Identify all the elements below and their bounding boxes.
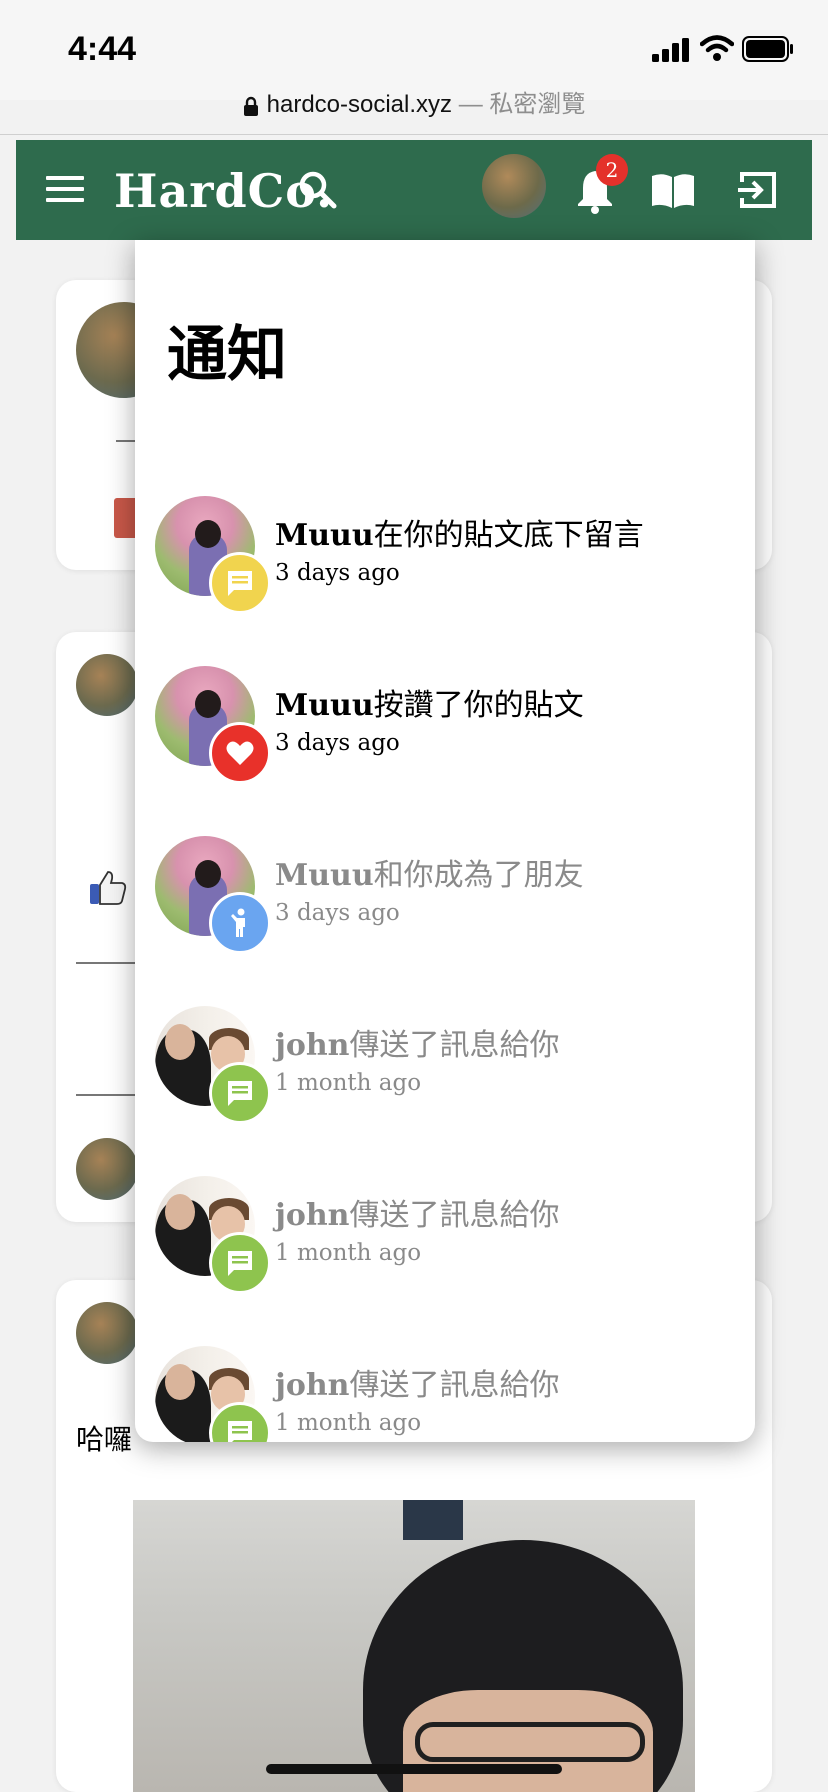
notification-item[interactable]: john傳送了訊息給你 1 month ago xyxy=(135,1176,755,1326)
avatar[interactable] xyxy=(76,1138,138,1200)
hamburger-menu-icon[interactable] xyxy=(46,174,84,204)
notification-user: john xyxy=(275,1368,350,1403)
lock-icon xyxy=(243,96,258,116)
address-bar[interactable]: hardco-social.xyz — 私密瀏覽 xyxy=(0,84,828,134)
notification-item[interactable]: Muuu在你的貼文底下留言 3 days ago xyxy=(135,496,755,646)
message-badge xyxy=(209,1062,271,1124)
post-photo[interactable] xyxy=(133,1500,695,1792)
photo-glasses xyxy=(415,1722,645,1762)
notification-item[interactable]: Muuu和你成為了朋友 3 days ago xyxy=(135,836,755,986)
like-badge xyxy=(209,722,271,784)
browser-divider xyxy=(0,134,828,135)
message-badge xyxy=(209,1232,271,1294)
notification-user: Muuu xyxy=(275,688,374,723)
avatar[interactable] xyxy=(76,654,138,716)
notification-time: 3 days ago xyxy=(275,730,400,756)
comment-badge xyxy=(209,552,271,614)
notification-action: 傳送了訊息給你 xyxy=(349,1368,560,1403)
friend-badge xyxy=(209,892,271,954)
cellular-signal-icon xyxy=(652,38,689,62)
status-time: 4:44 xyxy=(68,30,137,68)
message-icon xyxy=(228,1251,252,1276)
notification-user: Muuu xyxy=(275,518,374,553)
notification-count-badge: 2 xyxy=(596,154,628,186)
divider xyxy=(76,962,136,964)
message-icon xyxy=(228,1421,252,1442)
notification-text: john傳送了訊息給你 xyxy=(275,1020,560,1064)
message-icon xyxy=(228,1081,252,1106)
avatar[interactable] xyxy=(76,1302,138,1364)
notification-user: john xyxy=(275,1198,350,1233)
notification-user: Muuu xyxy=(275,858,374,893)
notification-text: Muuu和你成為了朋友 xyxy=(275,850,584,894)
notification-action: 傳送了訊息給你 xyxy=(349,1028,560,1063)
notification-item[interactable]: Muuu按讚了你的貼文 3 days ago xyxy=(135,666,755,816)
comment-icon xyxy=(228,571,252,596)
notification-time: 1 month ago xyxy=(275,1240,422,1266)
notification-time: 3 days ago xyxy=(275,560,400,586)
notification-time: 1 month ago xyxy=(275,1410,422,1436)
book-icon[interactable] xyxy=(650,172,696,210)
notification-text: Muuu在你的貼文底下留言 xyxy=(275,510,644,554)
notification-action: 在你的貼文底下留言 xyxy=(373,518,644,553)
panel-title: 通知 xyxy=(167,320,287,390)
divider xyxy=(76,1094,136,1096)
notification-action: 傳送了訊息給你 xyxy=(349,1198,560,1233)
post-text: 哈囉 xyxy=(76,1423,133,1456)
notification-text: john傳送了訊息給你 xyxy=(275,1360,560,1404)
private-browsing-label: — 私密瀏覽 xyxy=(458,91,586,118)
search-icon[interactable] xyxy=(298,170,338,210)
wifi-icon xyxy=(700,35,734,61)
notification-action: 按讚了你的貼文 xyxy=(373,688,584,723)
notification-text: john傳送了訊息給你 xyxy=(275,1190,560,1234)
notification-item[interactable]: john傳送了訊息給你 1 month ago xyxy=(135,1006,755,1156)
url-text: hardco-social.xyz xyxy=(266,91,453,118)
notifications-panel: 通知 Muuu在你的貼文底下留言 3 days ago Muuu按讚了你的貼文 … xyxy=(135,240,755,1442)
photo-sign xyxy=(403,1500,463,1540)
person-icon xyxy=(231,908,245,937)
notification-time: 3 days ago xyxy=(275,900,400,926)
thumbs-up-icon[interactable] xyxy=(88,868,128,908)
home-indicator xyxy=(266,1764,562,1774)
notification-text: Muuu按讚了你的貼文 xyxy=(275,680,584,724)
heart-icon xyxy=(226,741,254,765)
logout-icon[interactable] xyxy=(738,170,778,210)
notification-time: 1 month ago xyxy=(275,1070,422,1096)
user-avatar[interactable] xyxy=(482,154,546,218)
notification-item[interactable]: john傳送了訊息給你 1 month ago xyxy=(135,1346,755,1442)
battery-icon xyxy=(742,36,793,62)
notification-action: 和你成為了朋友 xyxy=(373,858,584,893)
notification-user: john xyxy=(275,1028,350,1063)
app-header: HardCo. 2 xyxy=(16,140,812,240)
